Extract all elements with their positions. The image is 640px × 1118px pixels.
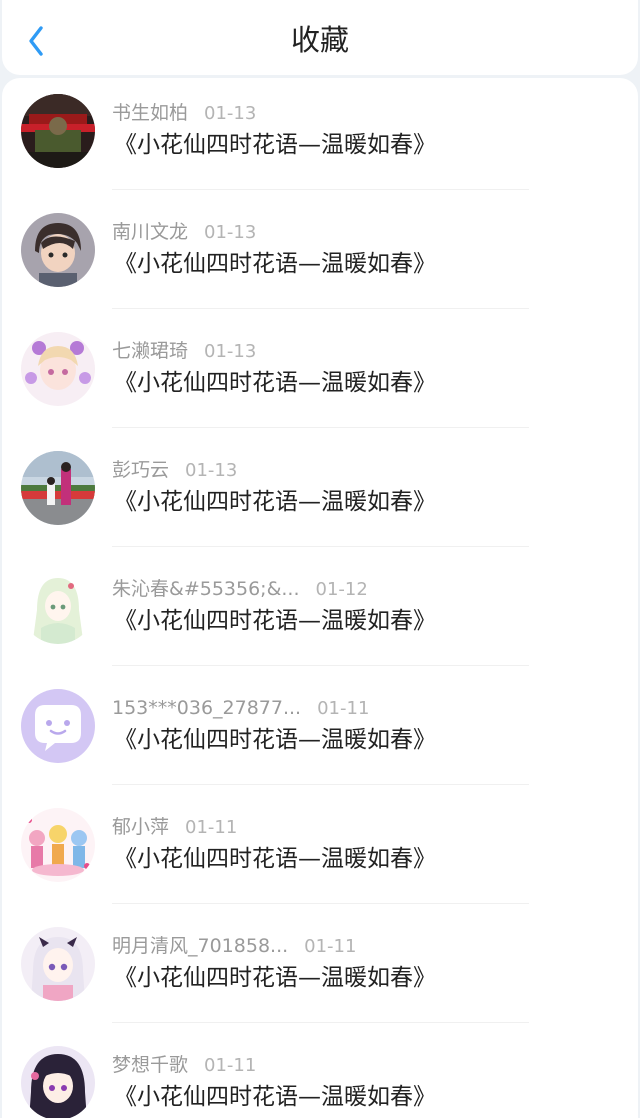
date-label: 01-11	[304, 936, 357, 957]
avatar	[21, 689, 95, 763]
username: 153***036_27877...	[112, 697, 302, 719]
avatar	[21, 927, 95, 1001]
list-item[interactable]: 153***036_27877... 01-11 《小花仙四时花语—温暖如春》	[2, 673, 638, 792]
date-label: 01-13	[185, 460, 238, 481]
divider	[112, 1022, 529, 1023]
username: 朱沁春&#55356;&...	[112, 578, 300, 600]
list-item[interactable]: 梦想千歌 01-11 《小花仙四时花语—温暖如春》	[2, 1030, 638, 1118]
work-title: 《小花仙四时花语—温暖如春》	[114, 608, 436, 634]
list-item[interactable]: 书生如柏 01-13 《小花仙四时花语—温暖如春》	[2, 78, 638, 197]
username: 书生如柏	[112, 102, 189, 124]
work-title: 《小花仙四时花语—温暖如春》	[114, 1084, 436, 1110]
list-item[interactable]: 彭巧云 01-13 《小花仙四时花语—温暖如春》	[2, 435, 638, 554]
list-item[interactable]: 朱沁春&#55356;&... 01-12 《小花仙四时花语—温暖如春》	[2, 554, 638, 673]
username: 梦想千歌	[112, 1054, 189, 1076]
date-label: 01-13	[204, 103, 257, 124]
divider	[112, 427, 529, 428]
username: 明月清风_701858...	[112, 935, 289, 957]
divider	[112, 546, 529, 547]
list-item[interactable]: 南川文龙 01-13 《小花仙四时花语—温暖如春》	[2, 197, 638, 316]
date-label: 01-13	[204, 222, 257, 243]
date-label: 01-11	[317, 698, 370, 719]
divider	[112, 903, 529, 904]
avatar	[21, 570, 95, 644]
username: 郁小萍	[112, 816, 170, 838]
avatar	[21, 94, 95, 168]
divider	[112, 189, 529, 190]
divider	[112, 665, 529, 666]
list-item[interactable]: 明月清风_701858... 01-11 《小花仙四时花语—温暖如春》	[2, 911, 638, 1030]
divider	[112, 784, 529, 785]
default-chat-avatar-icon	[21, 689, 95, 763]
date-label: 01-11	[204, 1055, 257, 1076]
list-item[interactable]: 郁小萍 01-11 《小花仙四时花语—温暖如春》	[2, 792, 638, 911]
date-label: 01-12	[315, 579, 368, 600]
work-title: 《小花仙四时花语—温暖如春》	[114, 132, 436, 158]
divider	[112, 308, 529, 309]
work-title: 《小花仙四时花语—温暖如春》	[114, 489, 436, 515]
avatar	[21, 451, 95, 525]
avatar	[21, 213, 95, 287]
avatar	[21, 332, 95, 406]
work-title: 《小花仙四时花语—温暖如春》	[114, 846, 436, 872]
username: 七濑珺琦	[112, 340, 189, 362]
date-label: 01-11	[185, 817, 238, 838]
work-title: 《小花仙四时花语—温暖如春》	[114, 727, 436, 753]
work-title: 《小花仙四时花语—温暖如春》	[114, 251, 436, 277]
favorites-list: 书生如柏 01-13 《小花仙四时花语—温暖如春》 南川文龙 01-13 《小花仙四…	[2, 78, 638, 1118]
avatar	[21, 1046, 95, 1118]
username: 南川文龙	[112, 221, 189, 243]
work-title: 《小花仙四时花语—温暖如春》	[114, 965, 436, 991]
date-label: 01-13	[204, 341, 257, 362]
page-title: 收藏	[290, 23, 349, 57]
top-nav-bar: 收藏	[2, 0, 638, 75]
avatar	[21, 808, 95, 882]
list-item[interactable]: 七濑珺琦 01-13 《小花仙四时花语—温暖如春》	[2, 316, 638, 435]
username: 彭巧云	[112, 459, 170, 481]
work-title: 《小花仙四时花语—温暖如春》	[114, 370, 436, 396]
